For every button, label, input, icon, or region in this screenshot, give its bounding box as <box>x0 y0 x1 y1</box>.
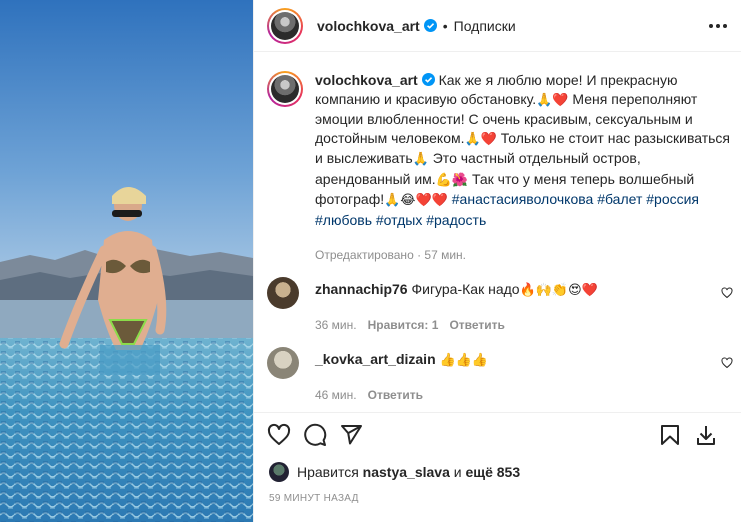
post-timestamp[interactable]: 59 МИНУТ НАЗАД <box>269 493 359 504</box>
caption-emoji: 🙏❤️ <box>536 92 569 108</box>
comment-like-heart-icon[interactable] <box>721 287 733 299</box>
comment-likes[interactable]: Нравится: 1 <box>368 318 439 332</box>
comment-emoji: 👍👍👍 <box>439 353 489 368</box>
comment-time[interactable]: 46 мин. <box>315 388 357 402</box>
author-avatar[interactable] <box>267 7 303 44</box>
following-button[interactable]: Подписки <box>454 18 516 34</box>
post-header: volochkova_art • Подписки <box>254 0 741 52</box>
header-separator: • <box>442 17 448 34</box>
liker-username[interactable]: nastya_slava <box>363 464 450 480</box>
hashtag-link[interactable]: #анастасияволочкова <box>452 191 594 207</box>
liker-avatar[interactable] <box>269 462 289 482</box>
action-bar <box>254 412 741 456</box>
download-icon[interactable] <box>694 423 718 447</box>
share-icon[interactable] <box>339 423 363 447</box>
post-image <box>0 0 253 522</box>
hashtag-link[interactable]: #отдых <box>376 212 422 228</box>
comment: zhannachip76 Фигура-Как надо🔥🙌👏😍❤️ 36 ми… <box>267 277 737 332</box>
likes-and: и <box>453 464 462 480</box>
caption-avatar[interactable] <box>267 71 303 107</box>
reply-button[interactable]: Ответить <box>368 388 423 402</box>
caption-edited-time: Отредактировано · 57 мин. <box>315 248 466 262</box>
caption-emoji: 🙏 <box>412 152 429 167</box>
caption-emoji: 🙏😂❤️❤️ <box>384 193 448 208</box>
likes-summary: Нравится nastya_slava и ещё 853 <box>269 462 520 482</box>
likes-count[interactable]: ещё 853 <box>465 464 520 480</box>
bookmark-icon[interactable] <box>658 423 682 447</box>
post-modal: volochkova_art • Подписки volochkova_art… <box>0 0 741 522</box>
comments-area[interactable]: volochkova_art Как же я люблю море! И пр… <box>254 53 741 413</box>
comment-text: Фигура-Как надо <box>411 281 520 297</box>
caption-emoji: 💪🌺 <box>435 172 469 188</box>
commenter-avatar[interactable] <box>267 277 299 309</box>
hashtag-link[interactable]: #любовь <box>315 212 372 228</box>
hashtag-link[interactable]: #балет <box>597 191 642 207</box>
comment-emoji: 🔥🙌👏😍❤️ <box>519 283 598 298</box>
commenter-avatar[interactable] <box>267 347 299 379</box>
heart-icon[interactable] <box>267 423 291 447</box>
post-panel: volochkova_art • Подписки volochkova_art… <box>253 0 741 522</box>
avatar-image <box>271 11 299 40</box>
caption-username[interactable]: volochkova_art <box>315 72 418 88</box>
post-photo[interactable] <box>0 0 253 522</box>
caption: volochkova_art Как же я люблю море! И пр… <box>267 71 737 265</box>
hashtag-link[interactable]: #россия <box>646 191 699 207</box>
author-username[interactable]: volochkova_art <box>317 18 420 34</box>
comment-like-heart-icon[interactable] <box>721 357 733 369</box>
verified-badge-icon <box>423 19 437 32</box>
comment-icon[interactable] <box>303 423 327 447</box>
verified-badge-icon <box>421 73 435 86</box>
comment-username[interactable]: zhannachip76 <box>315 281 408 297</box>
caption-emoji: 🙏❤️ <box>464 131 497 147</box>
comment: _kovka_art_dizain 👍👍👍 46 мин. Ответить <box>267 347 737 402</box>
reply-button[interactable]: Ответить <box>449 318 504 332</box>
hashtag-link[interactable]: #радость <box>426 212 486 228</box>
comment-username[interactable]: _kovka_art_dizain <box>315 351 436 367</box>
more-icon[interactable] <box>706 16 730 36</box>
likes-prefix: Нравится <box>297 464 359 480</box>
comment-time[interactable]: 36 мин. <box>315 318 357 332</box>
caption-text: volochkova_art Как же я люблю море! И пр… <box>315 71 737 265</box>
